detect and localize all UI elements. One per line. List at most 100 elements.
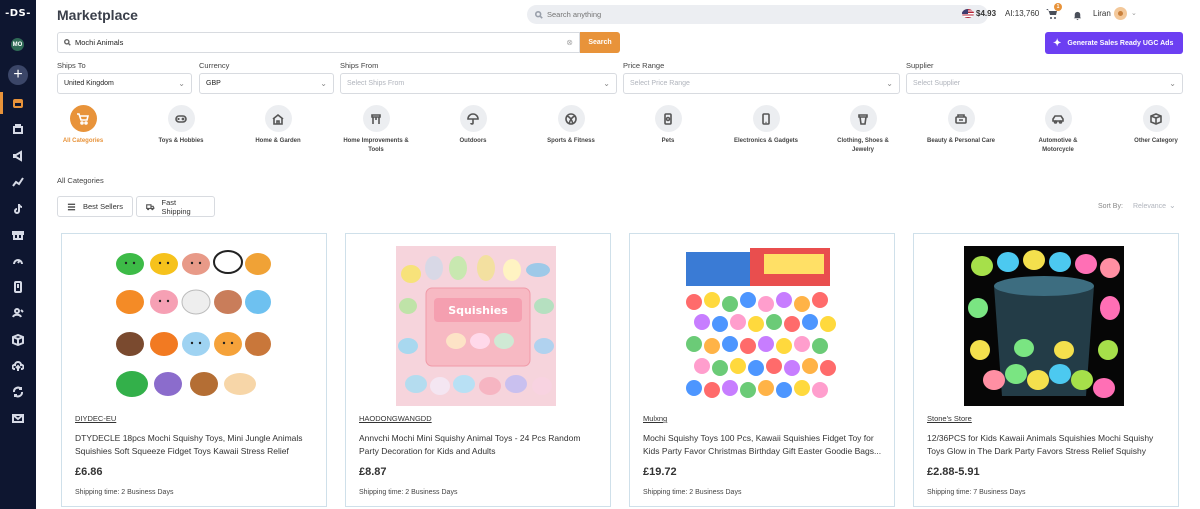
global-search-input[interactable]: [547, 10, 947, 19]
global-search[interactable]: [527, 5, 988, 24]
mail-icon[interactable]: [11, 411, 25, 425]
active-indicator: [0, 92, 3, 114]
list-icon: [67, 203, 76, 210]
category-toys-hobbies[interactable]: Toys & Hobbies: [141, 105, 221, 146]
product-search-input[interactable]: Mochi Animals ⊗: [57, 32, 580, 53]
product-card[interactable]: Squishies HAODONGWANGDD Annvchi Mochi Mi…: [345, 233, 611, 507]
product-price: £8.87: [359, 466, 387, 478]
sort-select[interactable]: Relevance: [1133, 203, 1166, 210]
wallet-balance[interactable]: $4.93: [976, 9, 996, 18]
product-card[interactable]: Stone's Store 12/36PCS for Kids Kawaii A…: [913, 233, 1179, 507]
fast-shipping-chip[interactable]: Fast Shipping: [136, 196, 215, 217]
generate-ugc-ads-button[interactable]: ✦ Generate Sales Ready UGC Ads: [1045, 32, 1183, 54]
fast-shipping-label: Fast Shipping: [161, 197, 191, 216]
search-icon: [535, 10, 543, 19]
product-image[interactable]: [112, 246, 272, 406]
price-range-label: Price Range: [623, 61, 665, 70]
tiktok-icon[interactable]: [11, 202, 25, 216]
category-sports-fitness[interactable]: Sports & Fitness: [531, 105, 611, 146]
shipping-time: Shipping time: 2 Business Days: [75, 489, 174, 496]
bell-icon[interactable]: [1072, 8, 1083, 21]
gift-icon[interactable]: [11, 228, 25, 242]
category-home-garden[interactable]: Home & Garden: [238, 105, 318, 146]
category-automotive[interactable]: Automotive & Motorcycle: [1018, 105, 1098, 155]
chevron-down-icon[interactable]: ⌄: [1131, 9, 1137, 17]
cart-icon: [77, 112, 89, 125]
ships-from-label: Ships From: [340, 61, 379, 70]
supplier-placeholder: Select Supplier: [913, 80, 961, 87]
product-card[interactable]: Mulxng Mochi Squishy Toys 100 Pcs, Kawai…: [629, 233, 895, 507]
package-icon[interactable]: [11, 333, 25, 347]
pet-food-icon: [664, 112, 672, 125]
ships-from-select[interactable]: Select Ships From ⌄: [340, 73, 617, 94]
category-label: All Categories: [62, 138, 104, 144]
page-title: Marketplace: [57, 7, 138, 23]
category-home-improvements[interactable]: Home Improvements & Tools: [336, 105, 416, 155]
product-image[interactable]: [964, 246, 1124, 406]
currency-value: GBP: [206, 80, 221, 87]
supplier-link[interactable]: Mulxng: [643, 414, 667, 423]
category-clothing[interactable]: Clothing, Shoes & Jewelry: [823, 105, 903, 155]
sidebar: -DS- MO +: [0, 0, 36, 509]
product-title[interactable]: Annvchi Mochi Mini Squishy Animal Toys -…: [359, 432, 599, 458]
store-icon[interactable]: [11, 122, 25, 136]
price-range-select[interactable]: Select Price Range ⌄: [623, 73, 900, 94]
user-name[interactable]: Liran: [1093, 9, 1111, 18]
supplier-label: Supplier: [906, 61, 934, 70]
current-category: All Categories: [57, 176, 104, 185]
currency-select[interactable]: GBP ⌄: [199, 73, 334, 94]
category-other[interactable]: Other Category: [1116, 105, 1196, 146]
store-avatar[interactable]: MO: [11, 38, 24, 51]
app-logo[interactable]: -DS-: [0, 8, 36, 19]
us-flag-icon: [962, 9, 974, 18]
category-all[interactable]: All Categories: [43, 105, 123, 146]
ships-to-select[interactable]: United Kingdom ⌄: [57, 73, 192, 94]
supplier-link[interactable]: HAODONGWANGDD: [359, 414, 432, 423]
add-button[interactable]: +: [8, 65, 28, 85]
chevron-down-icon[interactable]: ⌄: [1169, 201, 1176, 210]
sync-icon[interactable]: [11, 385, 25, 399]
umbrella-icon: [467, 112, 479, 125]
supplier-link[interactable]: DIYDEC-EU: [75, 414, 116, 423]
supplier-link[interactable]: Stone's Store: [927, 414, 972, 423]
chevron-down-icon: ⌄: [178, 79, 185, 88]
product-price: £19.72: [643, 466, 677, 478]
category-pets[interactable]: Pets: [628, 105, 708, 146]
category-label: Sports & Fitness: [547, 138, 595, 144]
chart-icon[interactable]: [11, 175, 25, 189]
product-image[interactable]: [680, 246, 840, 406]
category-electronics[interactable]: Electronics & Gadgets: [726, 105, 806, 146]
speedometer-icon[interactable]: [11, 254, 25, 268]
tools-icon: [371, 113, 381, 124]
clear-icon[interactable]: ⊗: [566, 38, 573, 47]
currency-label: Currency: [199, 61, 230, 70]
product-card[interactable]: DIYDEC-EU DTYDECLE 18pcs Mochi Squishy T…: [61, 233, 327, 507]
search-icon: [64, 39, 71, 46]
category-label: Pets: [661, 138, 675, 144]
category-outdoors[interactable]: Outdoors: [433, 105, 513, 146]
house-icon: [272, 113, 284, 125]
orders-icon[interactable]: [11, 280, 25, 294]
product-title[interactable]: Mochi Squishy Toys 100 Pcs, Kawaii Squis…: [643, 432, 883, 458]
svg-text:Squishies: Squishies: [448, 304, 508, 317]
product-price: £2.88-5.91: [927, 466, 980, 478]
product-title[interactable]: 12/36PCS for Kids Kawaii Animals Squishi…: [927, 432, 1167, 458]
ugc-button-label: Generate Sales Ready UGC Ads: [1067, 39, 1174, 47]
gamepad-icon: [175, 114, 187, 123]
user-avatar[interactable]: [1114, 7, 1127, 20]
category-label: Electronics & Gadgets: [733, 138, 799, 144]
marketplace-icon[interactable]: [11, 96, 25, 110]
search-value[interactable]: Mochi Animals: [75, 38, 123, 47]
megaphone-icon[interactable]: [11, 149, 25, 163]
beauty-icon: [955, 113, 967, 124]
best-sellers-label: Best Sellers: [83, 202, 124, 211]
search-button[interactable]: Search: [580, 32, 620, 53]
supplier-select[interactable]: Select Supplier ⌄: [906, 73, 1183, 94]
category-beauty[interactable]: Beauty & Personal Care: [921, 105, 1001, 146]
users-icon[interactable]: [11, 306, 25, 320]
best-sellers-chip[interactable]: Best Sellers: [57, 196, 134, 217]
product-image[interactable]: Squishies: [396, 246, 556, 406]
product-title[interactable]: DTYDECLE 18pcs Mochi Squishy Toys, Mini …: [75, 432, 315, 458]
cloud-upload-icon[interactable]: [11, 359, 25, 373]
category-label: Other Category: [1134, 138, 1178, 144]
